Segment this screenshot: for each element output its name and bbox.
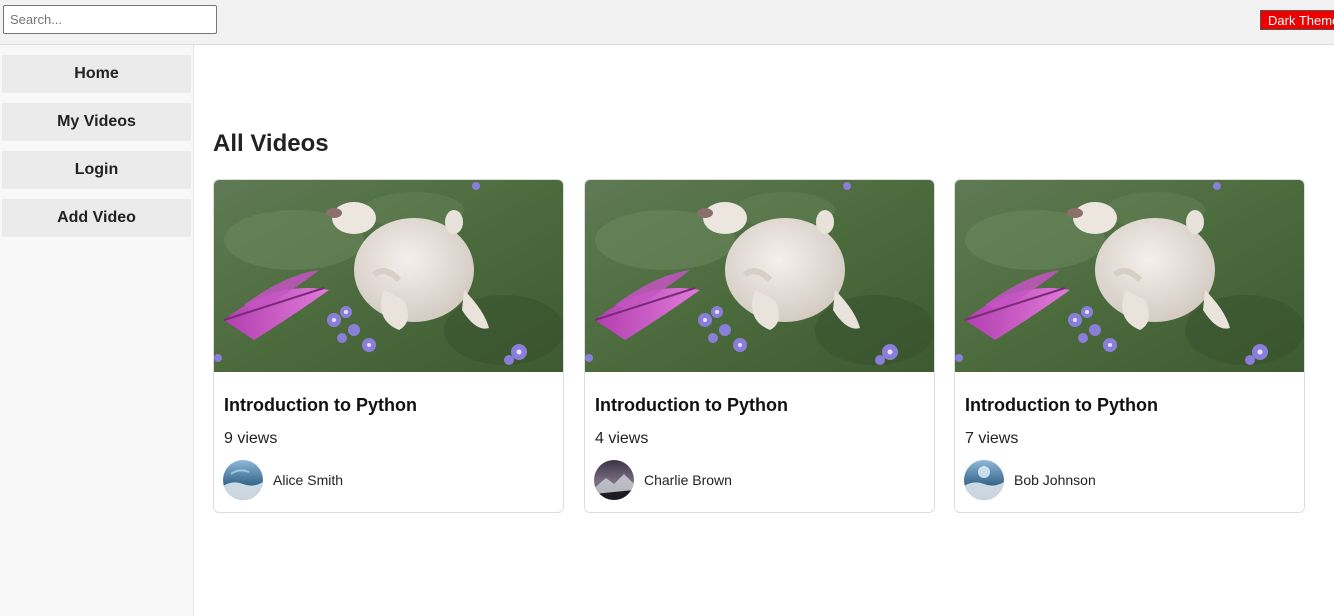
avatar [223,460,263,500]
sidebar-item-home[interactable]: Home [2,55,191,93]
author-info: Alice Smith [223,460,343,500]
video-title[interactable]: Introduction to Python [965,395,1158,416]
sidebar: Home My Videos Login Add Video [0,45,194,616]
video-thumbnail[interactable] [585,180,934,372]
sidebar-item-label: Login [74,161,119,178]
video-thumbnail[interactable] [955,180,1304,372]
author-name[interactable]: Alice Smith [273,472,343,488]
sidebar-item-login[interactable]: Login [2,151,191,189]
author-info: Bob Johnson [964,460,1096,500]
view-count: 7 views [965,430,1019,447]
video-thumbnail[interactable] [214,180,563,372]
sidebar-item-my-videos[interactable]: My Videos [2,103,191,141]
sidebar-item-label: Add Video [57,209,136,226]
sidebar-item-label: Home [74,65,119,82]
top-bar: Dark Theme [0,0,1334,45]
search-input[interactable] [3,5,217,34]
video-card[interactable]: Introduction to Python 4 views Charlie B… [584,179,935,513]
dark-theme-button[interactable]: Dark Theme [1260,10,1334,30]
video-card[interactable]: Introduction to Python 7 views Bob Johns… [954,179,1305,513]
video-title[interactable]: Introduction to Python [224,395,417,416]
avatar [594,460,634,500]
sidebar-item-add-video[interactable]: Add Video [2,199,191,237]
author-info: Charlie Brown [594,460,732,500]
author-name[interactable]: Bob Johnson [1014,472,1096,488]
page-title: All Videos [213,130,329,157]
view-count: 4 views [595,430,649,447]
view-count: 9 views [224,430,278,447]
sidebar-item-label: My Videos [57,113,136,130]
avatar [964,460,1004,500]
video-card[interactable]: Introduction to Python 9 views Alice Smi… [213,179,564,513]
author-name[interactable]: Charlie Brown [644,472,732,488]
video-title[interactable]: Introduction to Python [595,395,788,416]
